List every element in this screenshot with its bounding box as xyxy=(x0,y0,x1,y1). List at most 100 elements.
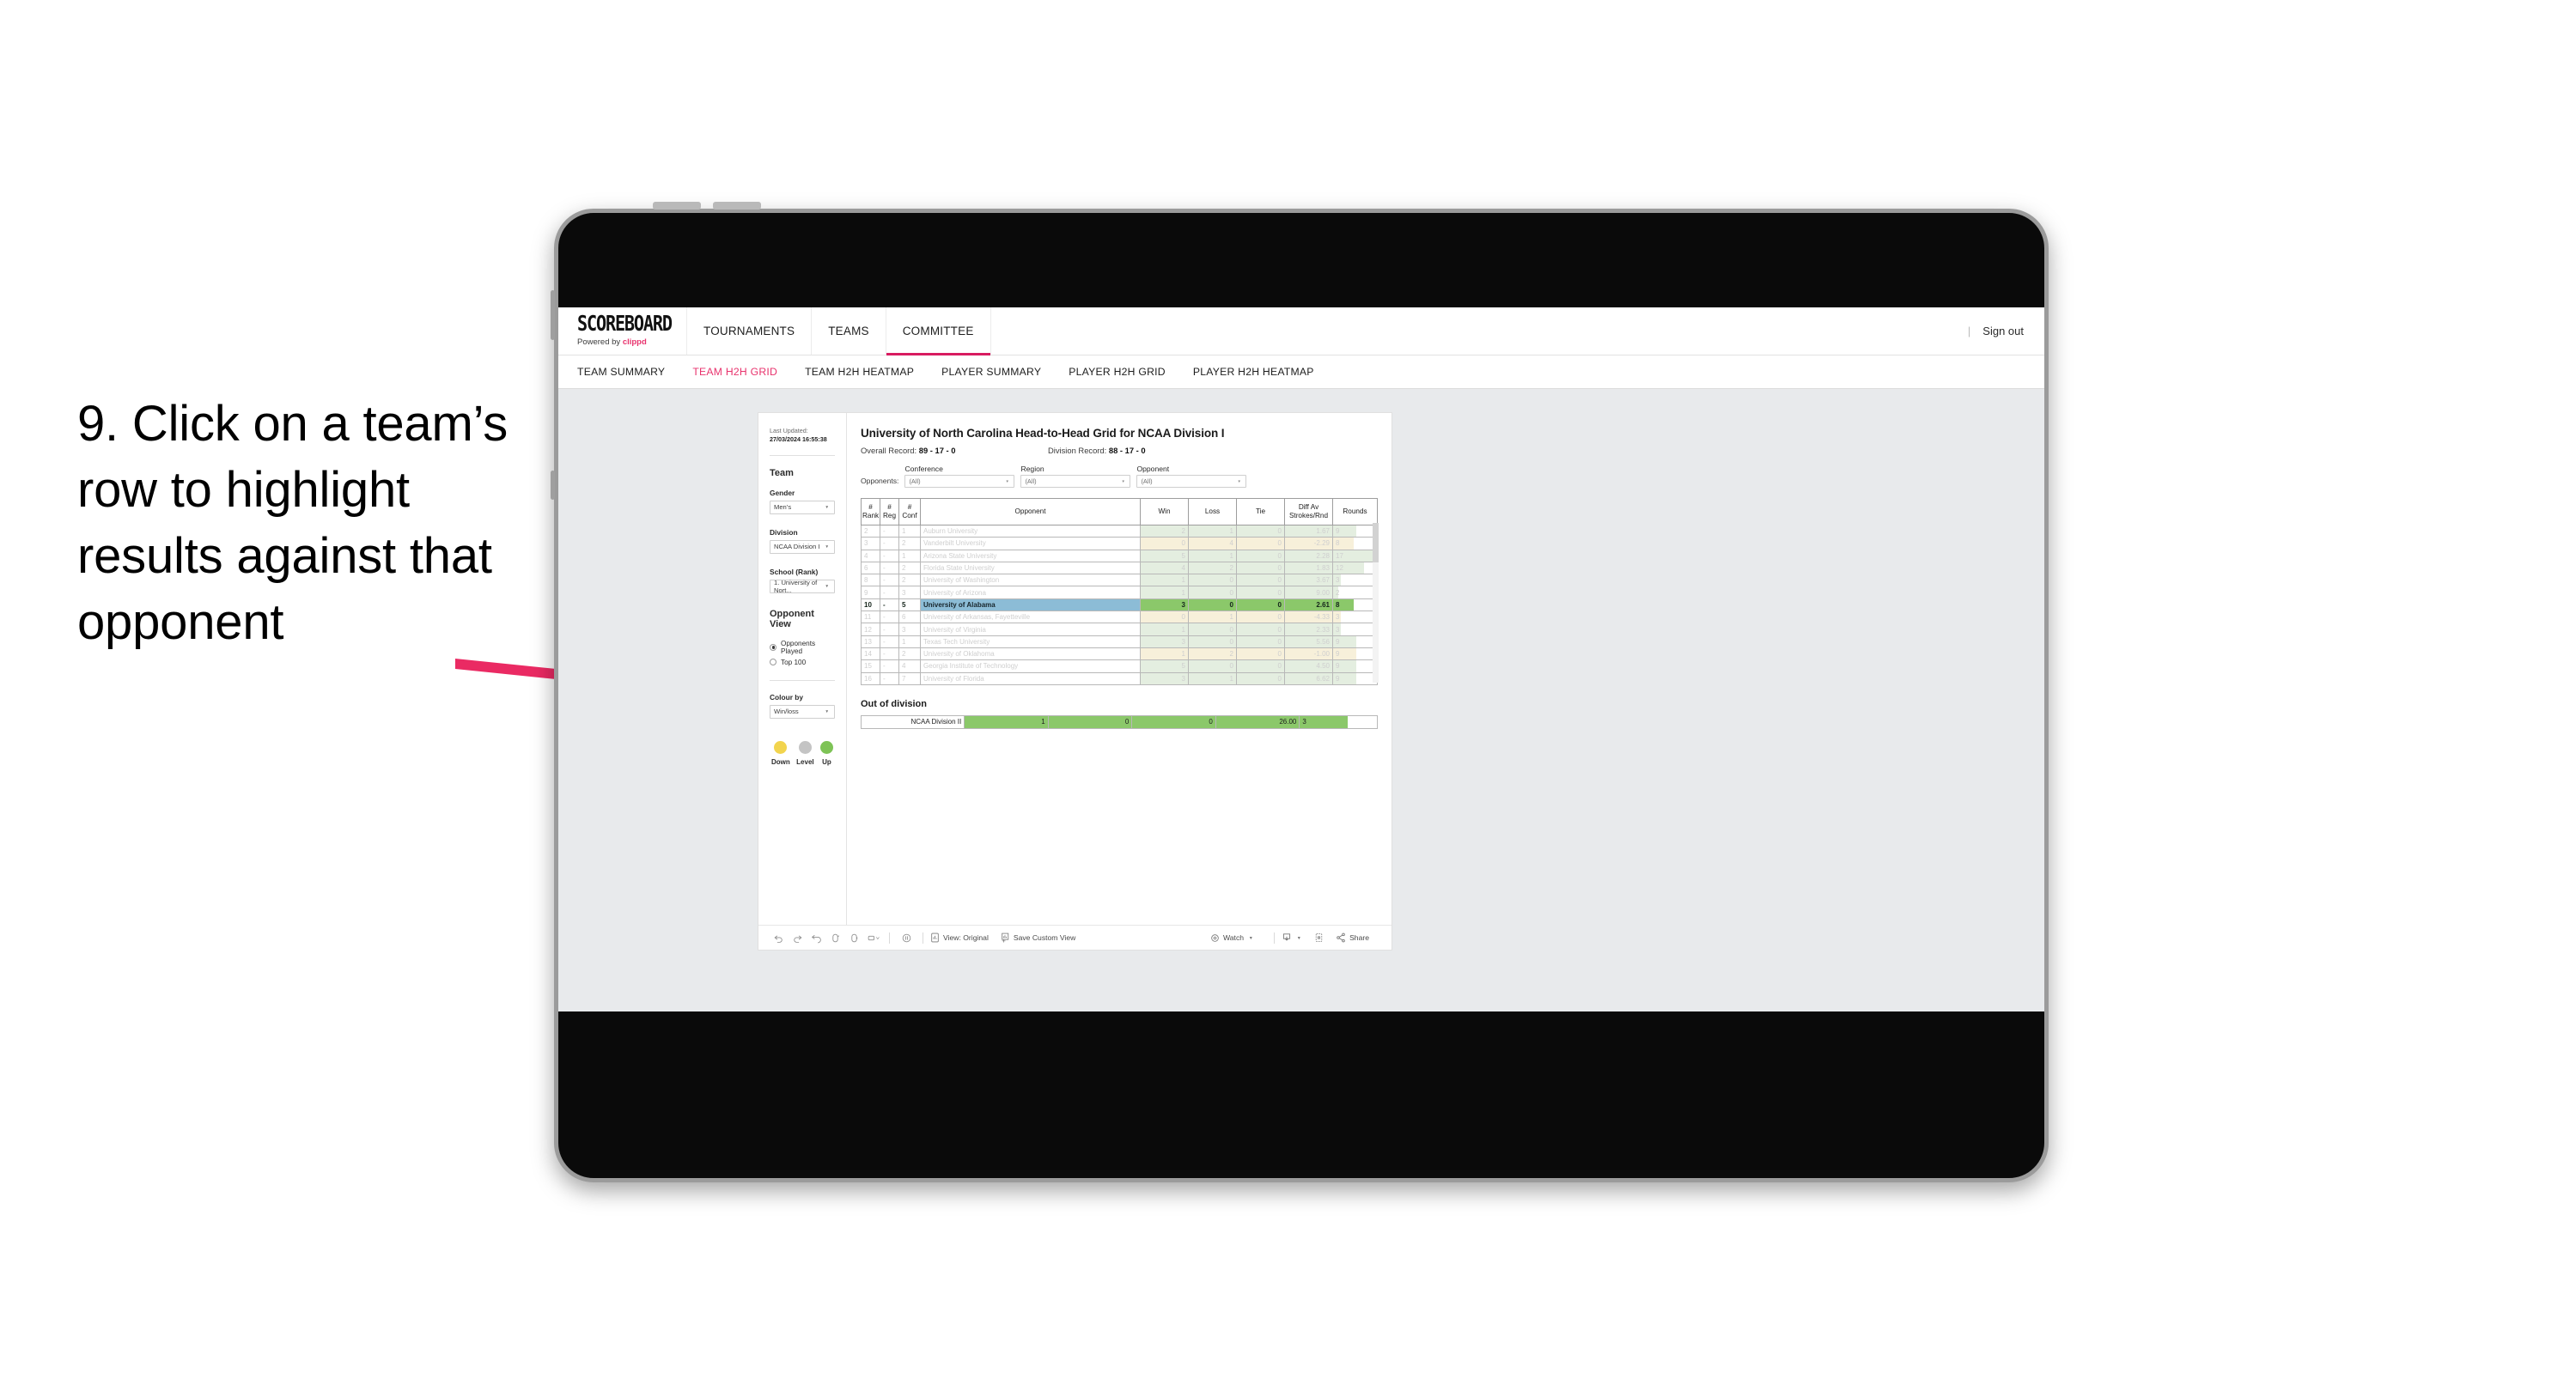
rounds-bar: 2 xyxy=(1333,586,1377,598)
division-record-value: 88 - 17 - 0 xyxy=(1108,446,1146,455)
download-button[interactable]: ▼ xyxy=(1282,932,1303,943)
fullscreen-button[interactable] xyxy=(1314,932,1324,943)
sign-out-link[interactable]: Sign out xyxy=(1982,325,2024,337)
col-rank[interactable]: # Rank xyxy=(861,498,880,525)
col-tie[interactable]: Tie xyxy=(1236,498,1285,525)
cell-loss: 2 xyxy=(1188,561,1237,575)
rounds-bar-value: 3 xyxy=(1336,625,1340,634)
rounds-bar: 3 xyxy=(1333,574,1377,586)
radio-selected-icon xyxy=(770,643,776,651)
col-reg-bottom: Reg xyxy=(882,512,897,519)
pause-icon[interactable] xyxy=(844,932,863,944)
table-row[interactable]: 3-2 Vanderbilt University 0 4 0 -2.29 8 xyxy=(861,537,1378,550)
cell-tie: 0 xyxy=(1236,623,1285,636)
pause-autoupdate-icon[interactable] xyxy=(897,932,916,944)
chevron-down-icon: ▼ xyxy=(1005,478,1009,484)
cell-conf: 6 xyxy=(898,610,921,624)
nav-tab-tournaments[interactable]: TOURNAMENTS xyxy=(687,307,813,355)
cell-rounds: 9 xyxy=(1332,524,1378,538)
rounds-bar-value: 9 xyxy=(1336,662,1340,671)
team-heading: Team xyxy=(770,467,794,478)
col-rounds[interactable]: Rounds xyxy=(1332,498,1378,525)
radio-opponents-played[interactable]: Opponents Played xyxy=(770,640,835,655)
revert-icon[interactable] xyxy=(807,932,825,944)
table-row[interactable]: 16-7 University of Florida 3 1 0 6.62 9 xyxy=(861,671,1378,685)
view-original-button[interactable]: View: Original xyxy=(930,932,989,943)
nav-tab-committee[interactable]: COMMITTEE xyxy=(886,307,991,355)
col-diff[interactable]: Diff Av Strokes/Rnd xyxy=(1284,498,1333,525)
cell-conf: 5 xyxy=(898,598,921,612)
tab-team-h2h-heatmap[interactable]: TEAM H2H HEATMAP xyxy=(805,366,914,378)
cell-reg: - xyxy=(880,537,899,550)
watch-label: Watch xyxy=(1222,933,1245,942)
colour-by-select[interactable]: Win/loss ▼ xyxy=(770,704,835,719)
cell-rank: 16 xyxy=(861,671,880,685)
cell-reg: - xyxy=(880,647,899,661)
table-row[interactable]: 12-3 University of Virginia 1 0 0 2.33 3 xyxy=(861,623,1378,636)
refresh-icon[interactable] xyxy=(825,932,844,944)
col-loss[interactable]: Loss xyxy=(1188,498,1237,525)
redo-icon[interactable] xyxy=(788,932,807,944)
table-row[interactable]: 6-2 Florida State University 4 2 0 1.83 12 xyxy=(861,561,1378,575)
cell-opponent: University of Oklahoma xyxy=(920,647,1141,661)
col-opponent[interactable]: Opponent xyxy=(920,498,1141,525)
cell-diff: 4.50 xyxy=(1284,659,1333,673)
cell-conf: 3 xyxy=(898,586,921,599)
table-row[interactable]: 9-3 University of Arizona 1 0 0 9.00 2 xyxy=(861,586,1378,599)
table-row[interactable]: 10-5 University of Alabama 3 0 0 2.61 8 xyxy=(861,598,1378,612)
out-of-division-row[interactable]: NCAA Division II 1 0 0 26.00 3 xyxy=(860,714,1378,729)
cell-rounds: 9 xyxy=(1332,635,1378,648)
toolbar-divider-3 xyxy=(1273,932,1275,944)
school-select[interactable]: 1. University of Nort... ▼ xyxy=(770,579,835,594)
app-logo[interactable]: SCOREBOARD Powered by clippd xyxy=(558,307,687,355)
cell-rounds: 8 xyxy=(1332,537,1378,550)
cell-conf: 3 xyxy=(898,623,921,636)
cell-conf: 4 xyxy=(898,659,921,673)
tab-player-summary[interactable]: PLAYER SUMMARY xyxy=(941,366,1041,378)
division-select[interactable]: NCAA Division I ▼ xyxy=(770,539,835,554)
watch-button[interactable]: Watch ▼ xyxy=(1210,933,1255,943)
chevron-down-icon: ▼ xyxy=(825,709,830,714)
cell-diff: -1.00 xyxy=(1284,647,1333,661)
colour-by-label: Colour by xyxy=(770,692,804,702)
col-conf[interactable]: # Conf xyxy=(898,498,921,525)
grid-scrollbar-thumb[interactable] xyxy=(1373,523,1379,562)
table-row[interactable]: 8-2 University of Washington 1 0 0 3.67 3 xyxy=(861,574,1378,587)
table-row[interactable]: 14-2 University of Oklahoma 1 2 0 -1.00 9 xyxy=(861,647,1378,661)
cell-loss: 1 xyxy=(1188,610,1237,624)
nav-tab-teams[interactable]: TEAMS xyxy=(812,307,886,355)
cell-reg: - xyxy=(880,623,899,636)
cell-win: 1 xyxy=(1140,647,1189,661)
save-custom-view-button[interactable]: Save Custom View xyxy=(1001,932,1075,943)
rounds-bar: 9 xyxy=(1333,672,1377,684)
filter-opponent-select[interactable]: (All) ▼ xyxy=(1136,475,1247,488)
division-record-label: Division Record: xyxy=(1048,446,1109,455)
filter-region-value: (All) xyxy=(1025,477,1037,485)
ood-rounds-cell: 3 xyxy=(1299,714,1378,729)
tab-team-summary[interactable]: TEAM SUMMARY xyxy=(577,366,665,378)
radio-top-100[interactable]: Top 100 xyxy=(770,659,835,666)
table-row[interactable]: 4-1 Arizona State University 5 1 0 2.28 17 xyxy=(861,549,1378,562)
ood-rounds-bar: 3 xyxy=(1300,715,1377,728)
cell-rank: 6 xyxy=(861,561,880,575)
tab-player-h2h-heatmap[interactable]: PLAYER H2H HEATMAP xyxy=(1193,366,1314,378)
gender-select[interactable]: Men’s ▼ xyxy=(770,500,835,514)
col-win[interactable]: Win xyxy=(1140,498,1189,525)
cell-rounds: 2 xyxy=(1332,586,1378,599)
cell-loss: 4 xyxy=(1188,537,1237,550)
tab-team-h2h-grid[interactable]: TEAM H2H GRID xyxy=(692,366,777,378)
clear-icon[interactable] xyxy=(863,932,882,944)
grid-scrollbar[interactable] xyxy=(1373,523,1379,683)
filter-conference-select[interactable]: (All) ▼ xyxy=(904,475,1015,488)
undo-icon[interactable] xyxy=(769,932,788,944)
col-reg[interactable]: # Reg xyxy=(880,498,899,525)
table-row[interactable]: 13-1 Texas Tech University 3 0 0 5.56 9 xyxy=(861,635,1378,648)
share-button[interactable]: Share xyxy=(1336,932,1369,943)
cell-opponent: University of Arizona xyxy=(920,586,1141,599)
table-row[interactable]: 2-1 Auburn University 2 1 0 1.67 9 xyxy=(861,524,1378,538)
table-row[interactable]: 11-6 University of Arkansas, Fayetteville… xyxy=(861,610,1378,624)
table-row[interactable]: 15-4 Georgia Institute of Technology 5 0 0 4.… xyxy=(861,659,1378,673)
rounds-bar-value: 12 xyxy=(1336,564,1343,573)
tab-player-h2h-grid[interactable]: PLAYER H2H GRID xyxy=(1069,366,1166,378)
filter-region-select[interactable]: (All) ▼ xyxy=(1020,475,1131,488)
